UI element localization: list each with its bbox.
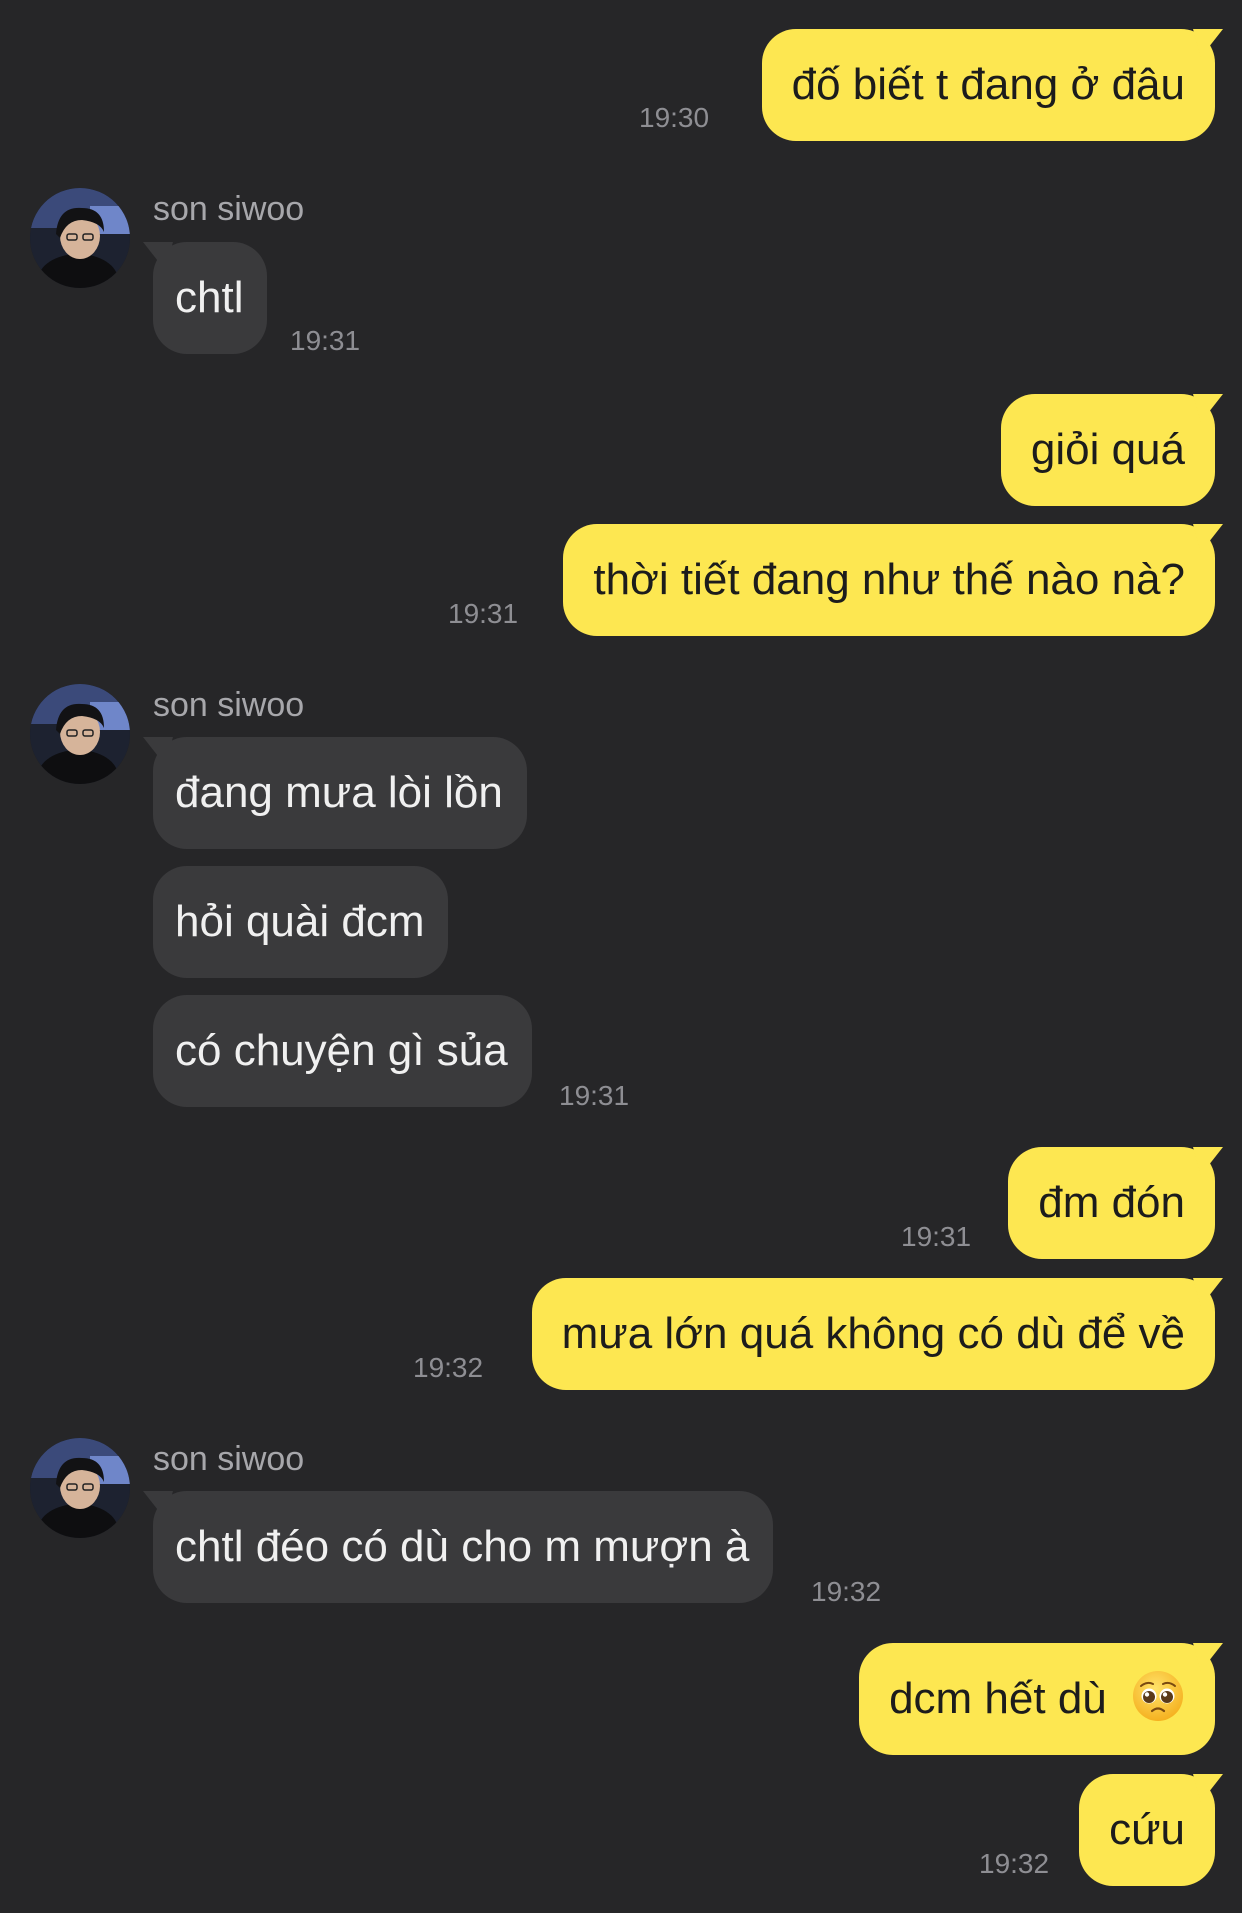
- message-bubble-incoming[interactable]: đang mưa lòi lồn: [143, 737, 527, 849]
- sender-name: son siwoo: [153, 190, 305, 228]
- message-text: thời tiết đang như thế nào nà?: [593, 555, 1185, 604]
- message-bubble-outgoing[interactable]: thời tiết đang như thế nào nà?: [563, 524, 1223, 636]
- bubble-tail-icon: [1193, 1147, 1223, 1175]
- message-bubble-outgoing[interactable]: đm đón: [1008, 1147, 1223, 1259]
- message-text: giỏi quá: [1030, 425, 1185, 474]
- bubble-tail-icon: [143, 737, 173, 765]
- pleading-face-icon: [1133, 1671, 1183, 1721]
- sender-name: son siwoo: [153, 1440, 305, 1478]
- bubble-tail-icon: [1193, 394, 1223, 422]
- message-text: cứu: [1109, 1805, 1185, 1854]
- message-text: mưa lớn quá không có dù để về: [561, 1309, 1185, 1358]
- bubble-tail-icon: [1193, 29, 1223, 57]
- bubble-tail-icon: [1193, 1643, 1223, 1671]
- sender-name: son siwoo: [153, 686, 305, 724]
- message-text: chtl: [175, 273, 244, 322]
- bubble-tail-icon: [143, 242, 173, 270]
- contact-avatar[interactable]: [30, 684, 130, 784]
- message-timestamp: 19:31: [901, 1221, 972, 1252]
- message-bubble-incoming[interactable]: có chuyện gì sủa: [153, 995, 532, 1107]
- message-text: đm đón: [1038, 1178, 1185, 1227]
- message-bubble-outgoing[interactable]: dcm hết dù: [859, 1643, 1223, 1755]
- message-bubble-outgoing[interactable]: giỏi quá: [1000, 394, 1223, 506]
- message-timestamp: 19:30: [639, 102, 710, 133]
- bubble-tail-icon: [1193, 1278, 1223, 1306]
- message-bubble-incoming[interactable]: chtl: [143, 242, 268, 354]
- avatar-image: [30, 684, 130, 784]
- contact-avatar[interactable]: [30, 188, 130, 288]
- avatar-image: [30, 1438, 130, 1538]
- bubble-tail-icon: [143, 1491, 173, 1519]
- message-text: có chuyện gì sủa: [175, 1026, 508, 1075]
- message-bubble-incoming[interactable]: chtl đéo có dù cho m mượn à: [143, 1491, 774, 1603]
- message-timestamp: 19:31: [448, 598, 519, 629]
- message-text: đố biết t đang ở đâu: [791, 60, 1185, 109]
- message-bubble-incoming[interactable]: hỏi quài đcm: [153, 866, 449, 978]
- message-timestamp: 19:32: [413, 1352, 484, 1383]
- message-bubble-outgoing[interactable]: mưa lớn quá không có dù để về: [531, 1278, 1223, 1390]
- message-text: hỏi quài đcm: [175, 897, 425, 946]
- message-timestamp: 19:31: [559, 1080, 630, 1111]
- message-text: dcm hết dù: [889, 1674, 1107, 1723]
- message-text: đang mưa lòi lồn: [175, 768, 503, 817]
- message-timestamp: 19:32: [979, 1848, 1050, 1879]
- avatar-image: [30, 188, 130, 288]
- message-text: chtl đéo có dù cho m mượn à: [175, 1522, 750, 1571]
- bubble-tail-icon: [1193, 1774, 1223, 1802]
- message-bubble-outgoing[interactable]: đố biết t đang ở đâu: [761, 29, 1223, 141]
- message-bubble-outgoing[interactable]: cứu: [1079, 1774, 1223, 1886]
- message-timestamp: 19:31: [290, 325, 361, 356]
- bubble-tail-icon: [1193, 524, 1223, 552]
- contact-avatar[interactable]: [30, 1438, 130, 1538]
- message-timestamp: 19:32: [811, 1576, 882, 1607]
